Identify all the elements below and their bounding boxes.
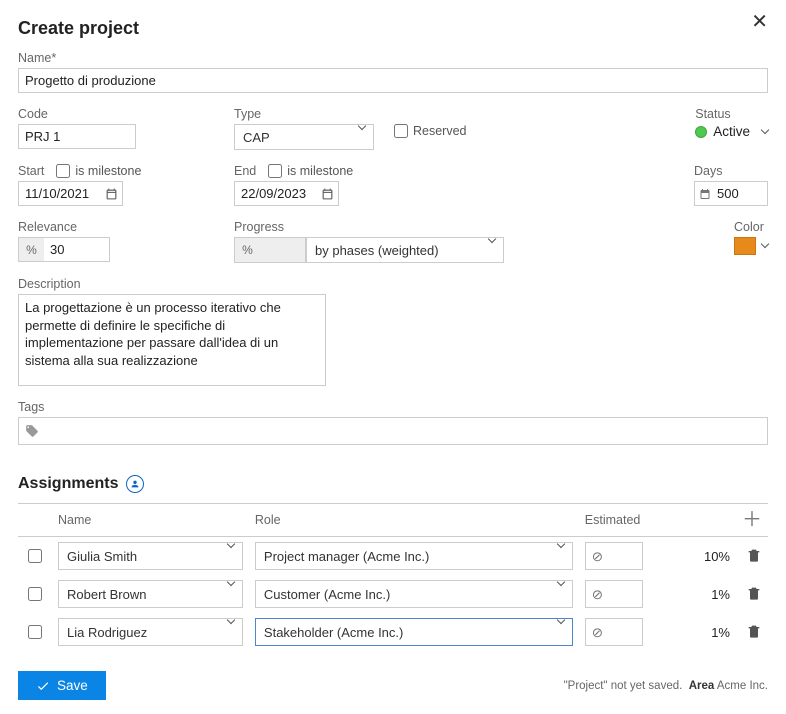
assignments-person-icon[interactable]	[126, 475, 144, 493]
code-label: Code	[18, 107, 136, 121]
color-swatch	[734, 237, 756, 255]
progress-mode-value: by phases (weighted)	[315, 243, 439, 258]
end-label: End	[234, 164, 256, 178]
calendar-icon	[699, 188, 711, 200]
estimated-input[interactable]	[585, 580, 643, 608]
col-name: Name	[52, 504, 249, 537]
start-milestone-checkbox[interactable]: is milestone	[56, 164, 141, 178]
end-milestone-input[interactable]	[268, 164, 282, 178]
pct-value: 1%	[694, 587, 730, 602]
page-title: Create project	[18, 18, 139, 39]
type-label: Type	[234, 107, 374, 121]
role-value: Stakeholder (Acme Inc.)	[264, 625, 403, 640]
start-label: Start	[18, 164, 44, 178]
chevron-down-icon	[557, 578, 565, 586]
start-milestone-input[interactable]	[56, 164, 70, 178]
start-milestone-label: is milestone	[75, 164, 141, 178]
chevron-down-icon	[227, 616, 235, 624]
calendar-icon	[105, 187, 118, 200]
reserved-checkbox-input[interactable]	[394, 124, 408, 138]
assignee-name: Giulia Smith	[67, 549, 137, 564]
chevron-down-icon	[557, 616, 565, 624]
assignee-name: Robert Brown	[67, 587, 146, 602]
calendar-icon	[321, 187, 334, 200]
area-label: Area	[689, 680, 715, 692]
chevron-down-icon	[227, 540, 235, 548]
assignee-select[interactable]: Robert Brown	[58, 580, 243, 608]
progress-mode-select[interactable]: by phases (weighted)	[306, 237, 504, 263]
not-saved-text: "Project" not yet saved.	[564, 680, 683, 692]
chevron-down-icon	[358, 122, 366, 130]
end-milestone-checkbox[interactable]: is milestone	[268, 164, 353, 178]
area-value: Acme Inc.	[717, 680, 768, 692]
table-row: Lia Rodriguez Stakeholder (Acme Inc.) 1%	[18, 613, 768, 651]
tags-label: Tags	[18, 400, 768, 414]
description-textarea[interactable]	[18, 294, 326, 386]
assignee-name: Lia Rodriguez	[67, 625, 147, 640]
status-select[interactable]: Active	[695, 124, 768, 139]
estimated-input[interactable]	[585, 542, 643, 570]
progress-label: Progress	[234, 220, 514, 234]
chevron-down-icon	[557, 540, 565, 548]
status-dot-icon	[695, 126, 707, 138]
type-value: CAP	[243, 130, 270, 145]
reserved-label: Reserved	[413, 124, 467, 138]
role-value: Project manager (Acme Inc.)	[264, 549, 429, 564]
name-input[interactable]	[18, 68, 768, 93]
add-row-button[interactable]: ＋	[742, 509, 762, 531]
chevron-down-icon	[761, 240, 769, 248]
name-label: Name	[18, 51, 768, 65]
reserved-checkbox[interactable]: Reserved	[394, 124, 467, 138]
relevance-label: Relevance	[18, 220, 110, 234]
percent-prefix: %	[18, 237, 44, 262]
color-picker[interactable]	[734, 237, 768, 255]
check-icon	[36, 679, 50, 693]
pct-value: 1%	[694, 625, 730, 640]
trash-icon[interactable]	[746, 623, 762, 639]
row-checkbox[interactable]	[28, 625, 42, 639]
role-select[interactable]: Stakeholder (Acme Inc.)	[255, 618, 573, 646]
progress-value-input	[260, 237, 306, 263]
role-select[interactable]: Project manager (Acme Inc.)	[255, 542, 573, 570]
percent-prefix: %	[234, 237, 260, 263]
close-icon[interactable]: ✕	[751, 12, 768, 32]
description-label: Description	[18, 277, 768, 291]
assignee-select[interactable]: Giulia Smith	[58, 542, 243, 570]
status-label: Status	[695, 107, 768, 121]
chevron-down-icon	[227, 578, 235, 586]
assignments-table: Name Role Estimated ＋ Giulia Smith Projec…	[18, 503, 768, 651]
col-estimated: Estimated	[579, 504, 688, 537]
type-select[interactable]: CAP	[234, 124, 374, 150]
trash-icon[interactable]	[746, 547, 762, 563]
end-milestone-label: is milestone	[287, 164, 353, 178]
relevance-input[interactable]	[44, 237, 110, 262]
status-value: Active	[713, 124, 750, 139]
row-checkbox[interactable]	[28, 587, 42, 601]
save-button-label: Save	[57, 678, 88, 693]
chevron-down-icon	[488, 235, 496, 243]
pct-value: 10%	[694, 549, 730, 564]
tags-input[interactable]	[18, 417, 768, 445]
col-role: Role	[249, 504, 579, 537]
color-label: Color	[734, 220, 768, 234]
code-input[interactable]	[18, 124, 136, 149]
assignee-select[interactable]: Lia Rodriguez	[58, 618, 243, 646]
assignments-title: Assignments	[18, 475, 118, 493]
days-label: Days	[694, 164, 768, 178]
estimated-input[interactable]	[585, 618, 643, 646]
role-value: Customer (Acme Inc.)	[264, 587, 390, 602]
save-button[interactable]: Save	[18, 671, 106, 700]
chevron-down-icon	[761, 125, 769, 133]
tag-icon	[25, 424, 39, 438]
table-row: Giulia Smith Project manager (Acme Inc.) 1…	[18, 537, 768, 576]
footer-note: "Project" not yet saved. Area Acme Inc.	[564, 680, 768, 692]
role-select[interactable]: Customer (Acme Inc.)	[255, 580, 573, 608]
row-checkbox[interactable]	[28, 549, 42, 563]
table-row: Robert Brown Customer (Acme Inc.) 1%	[18, 575, 768, 613]
trash-icon[interactable]	[746, 585, 762, 601]
